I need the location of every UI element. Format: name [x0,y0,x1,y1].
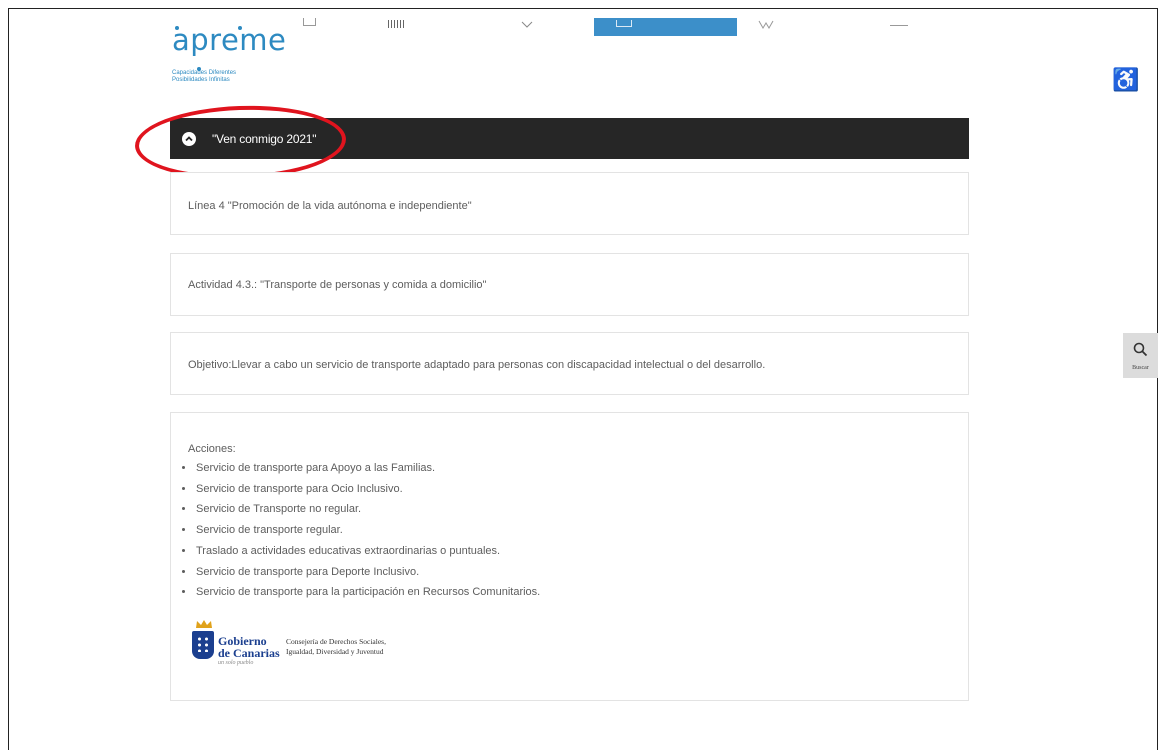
card-actividad: Actividad 4.3.: "Transporte de personas … [170,253,969,316]
list-item: Traslado a actividades educativas extrao… [195,541,540,562]
list-item: Servicio de transporte regular. [195,520,540,541]
logo-tagline-line-1: Capacidades Diferentes [172,70,237,76]
list-item: Servicio de transporte para Deporte Incl… [195,562,540,583]
list-item: Servicio de transporte para Ocio Inclusi… [195,479,540,500]
search-label: Buscar [1132,365,1149,371]
card-linea: Línea 4 "Promoción de la vida autónoma e… [170,172,969,235]
list-item: Servicio de Transporte no regular. [195,499,540,520]
card-acciones: Acciones: Servicio de transporte para Ap… [170,412,969,701]
gobierno-name: Gobierno de Canarias [218,635,280,659]
objetivo-text: Objetivo:Llevar a cabo un servicio de tr… [188,359,766,371]
acciones-heading: Acciones: [188,443,236,455]
nav-item-grid-icon[interactable] [388,20,404,28]
card-objetivo: Objetivo:Llevar a cabo un servicio de tr… [170,332,969,395]
search-icon [1133,342,1148,357]
wheelchair-icon[interactable]: ♿ [1112,67,1139,93]
search-button[interactable]: Buscar [1123,333,1158,378]
list-item: Servicio de transporte para la participa… [195,582,540,603]
acciones-list: Servicio de transporte para Apoyo a las … [177,458,540,603]
consejeria-line-2: Igualdad, Diversidad y Juventud [286,647,384,656]
nav-item-mail-icon[interactable] [890,20,908,26]
logo-tagline-line-2: Posibilidades Infinitas [172,77,230,83]
actividad-text: Actividad 4.3.: "Transporte de personas … [188,279,487,291]
shield-icon [192,631,214,659]
nav-item-active[interactable] [594,18,737,36]
gobierno-name-line-2: de Canarias [218,646,280,660]
logo-dot [238,26,242,30]
apreme-logo[interactable]: apreme Capacidades Diferentes Posibilida… [172,22,286,84]
nav-item-chevron-down-icon[interactable] [521,16,533,28]
gobierno-motto: un solo pueblo [218,660,254,666]
logo-dot [175,26,179,30]
nav-active-icon [616,20,632,27]
nav-item-home-icon[interactable] [303,18,316,26]
linea-text: Línea 4 "Promoción de la vida autónoma e… [188,200,472,212]
logo-wordmark: apreme [172,23,287,57]
crown-icon [196,620,212,628]
list-item: Servicio de transporte para Apoyo a las … [195,458,540,479]
consejeria-line-1: Consejería de Derechos Sociales, [286,637,386,646]
logo-tagline: Capacidades Diferentes Posibilidades Inf… [172,70,286,84]
nav-item-people-icon[interactable] [758,17,774,29]
consejeria-name: Consejería de Derechos Sociales, Igualda… [286,637,386,657]
logo-dot [197,67,201,71]
